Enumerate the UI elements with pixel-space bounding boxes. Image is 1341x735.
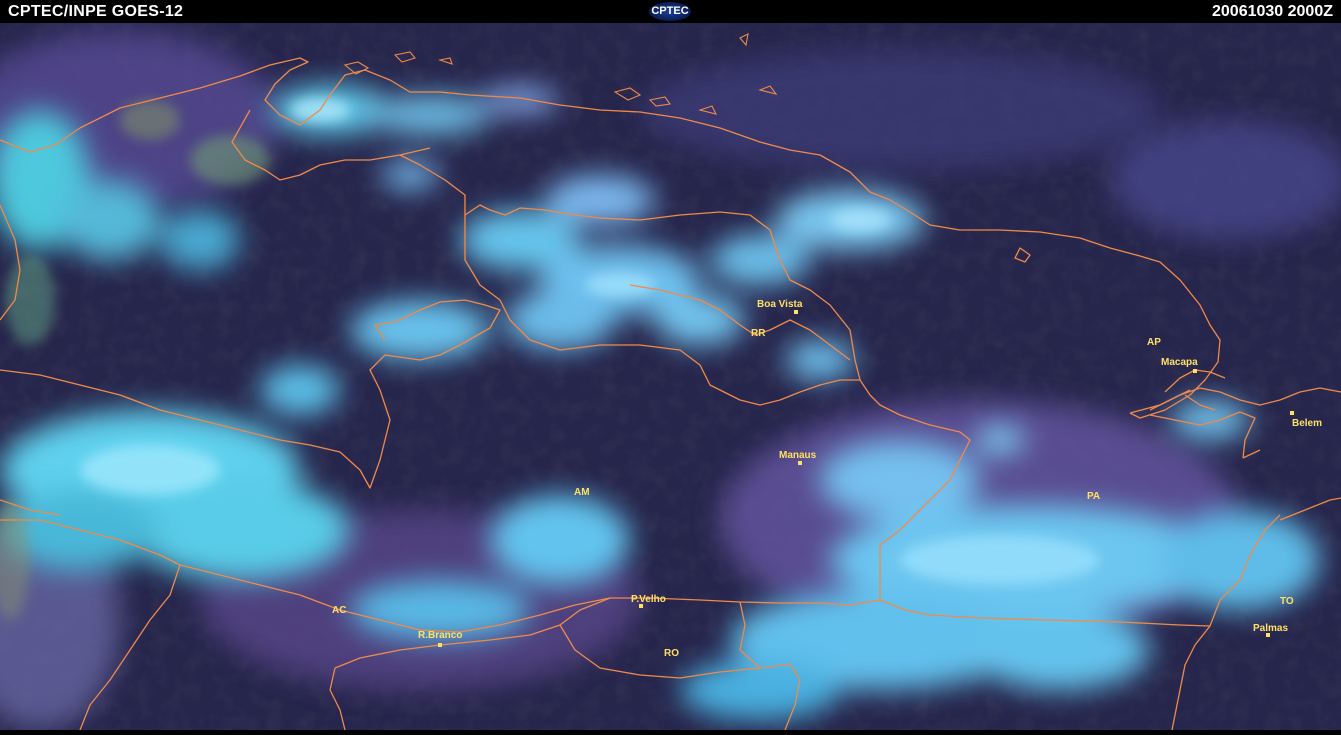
city-label-belem: Belem: [1292, 418, 1322, 429]
cptec-logo: CPTEC: [649, 2, 691, 21]
city-label-macapa: Macapa: [1161, 357, 1198, 368]
city-marker-macapa: [1193, 369, 1197, 373]
state-label-to: TO: [1280, 596, 1294, 607]
state-label-pa: PA: [1087, 491, 1100, 502]
city-label-r-branco: R.Branco: [418, 630, 462, 641]
city-label-p-velho: P.Velho: [631, 594, 666, 605]
satellite-image: Boa Vista Macapa Belem Manaus P.Velho R.…: [0, 23, 1341, 731]
image-timestamp: 20061030 2000Z: [1212, 3, 1333, 20]
city-marker-boa-vista: [794, 310, 798, 314]
city-label-boa-vista: Boa Vista: [757, 299, 803, 310]
state-label-ap: AP: [1147, 337, 1161, 348]
city-marker-r-branco: [438, 643, 442, 647]
city-marker-manaus: [798, 461, 802, 465]
city-label-palmas: Palmas: [1253, 623, 1288, 634]
state-label-rr: RR: [751, 328, 766, 339]
city-label-manaus: Manaus: [779, 450, 817, 461]
state-label-am: AM: [574, 487, 590, 498]
satellite-map: Boa Vista Macapa Belem Manaus P.Velho R.…: [0, 23, 1341, 731]
title-bar: CPTEC/INPE GOES-12 CPTEC 20061030 2000Z: [0, 0, 1341, 23]
satellite-title: CPTEC/INPE GOES-12: [8, 3, 184, 20]
state-label-ac: AC: [332, 605, 346, 616]
state-label-ro: RO: [664, 648, 679, 659]
city-marker-belem: [1290, 411, 1294, 415]
